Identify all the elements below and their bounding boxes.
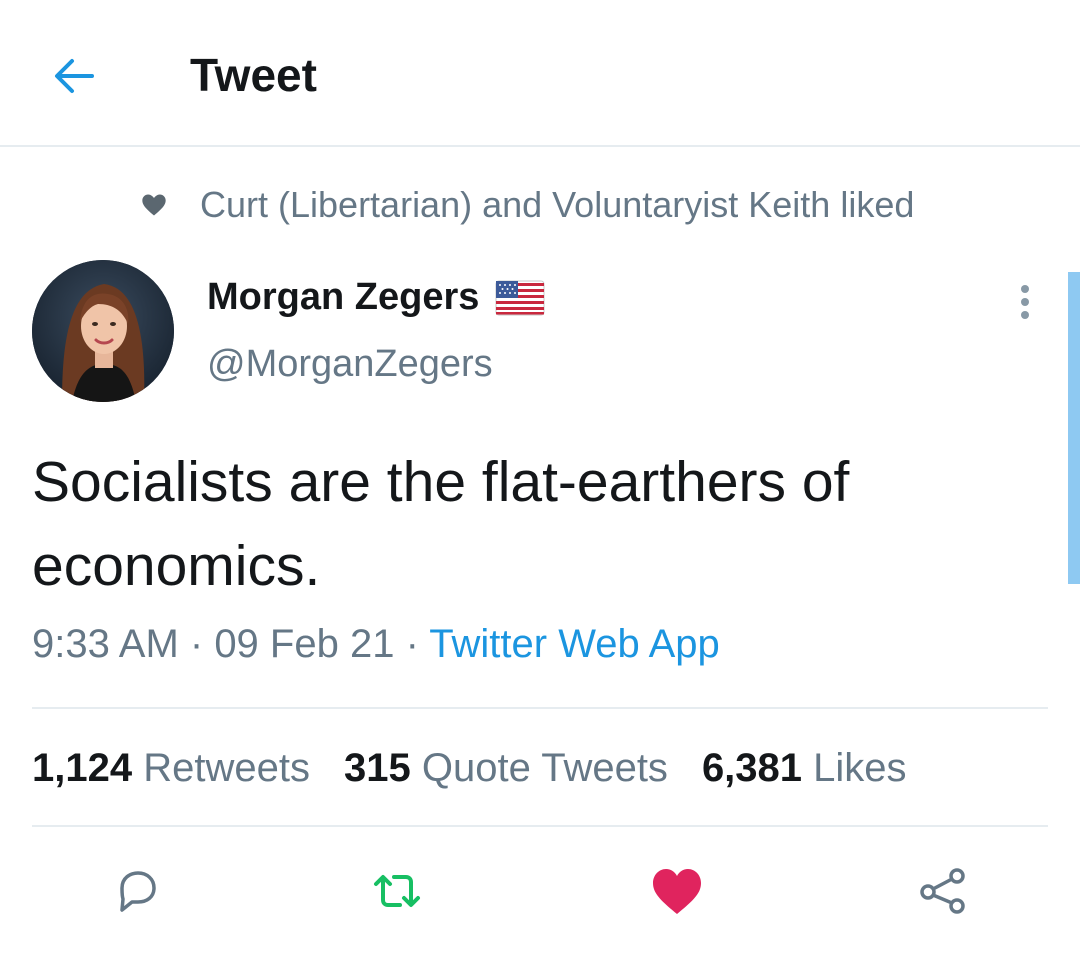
scrollbar[interactable] <box>1068 272 1080 584</box>
retweets-stat[interactable]: 1,124 Retweets <box>32 746 310 791</box>
likes-count: 6,381 <box>701 746 803 790</box>
tweet-stats: 1,124 Retweets 315 Quote Tweets 6,381 Li… <box>32 746 941 791</box>
author-name[interactable]: Morgan Zegers <box>207 276 479 319</box>
heart-icon <box>653 869 701 914</box>
heart-icon <box>142 194 166 216</box>
top-bar: Tweet <box>0 0 1080 147</box>
author-handle[interactable]: @MorganZegers <box>207 343 493 386</box>
tweet-date: 09 Feb 21 <box>214 622 395 666</box>
tweet-text: Socialists are the flat-earthers of econ… <box>32 450 850 598</box>
social-context-text[interactable]: Curt (Libertarian) and Voluntaryist Keit… <box>200 184 914 226</box>
retweet-button[interactable] <box>368 862 426 920</box>
share-button[interactable] <box>914 862 972 920</box>
divider <box>32 707 1048 709</box>
author-name-row: Morgan Zegers <box>207 276 545 319</box>
profile-photo <box>32 260 174 402</box>
arrow-left-icon <box>55 59 94 93</box>
tweet-meta: 9:33 AM · 09 Feb 21 · Twitter Web App <box>32 622 720 667</box>
social-context: Curt (Libertarian) and Voluntaryist Keit… <box>140 182 914 228</box>
like-button[interactable] <box>648 862 706 920</box>
retweets-count: 1,124 <box>32 746 133 790</box>
avatar[interactable] <box>32 260 174 402</box>
more-vertical-icon <box>1021 285 1029 319</box>
tweet-source-link[interactable]: Twitter Web App <box>429 622 720 666</box>
us-flag-icon <box>495 280 545 315</box>
likes-label: Likes <box>813 746 907 790</box>
meta-separator: · <box>394 622 430 666</box>
more-options-button[interactable] <box>1008 280 1042 324</box>
quote-tweets-stat[interactable]: 315 Quote Tweets <box>344 746 668 791</box>
reply-button[interactable] <box>108 862 166 920</box>
retweets-label: Retweets <box>143 746 310 790</box>
reply-icon <box>120 871 156 912</box>
tweet-time: 9:33 AM <box>32 622 179 666</box>
retweet-icon <box>374 875 420 907</box>
share-icon <box>920 868 965 914</box>
quote-tweets-label: Quote Tweets <box>421 746 668 790</box>
quote-tweets-count: 315 <box>343 746 411 790</box>
divider <box>32 825 1048 827</box>
page-title: Tweet <box>190 49 317 101</box>
meta-separator: · <box>178 622 215 666</box>
back-button[interactable] <box>48 50 100 102</box>
likes-stat[interactable]: 6,381 Likes <box>702 746 907 791</box>
